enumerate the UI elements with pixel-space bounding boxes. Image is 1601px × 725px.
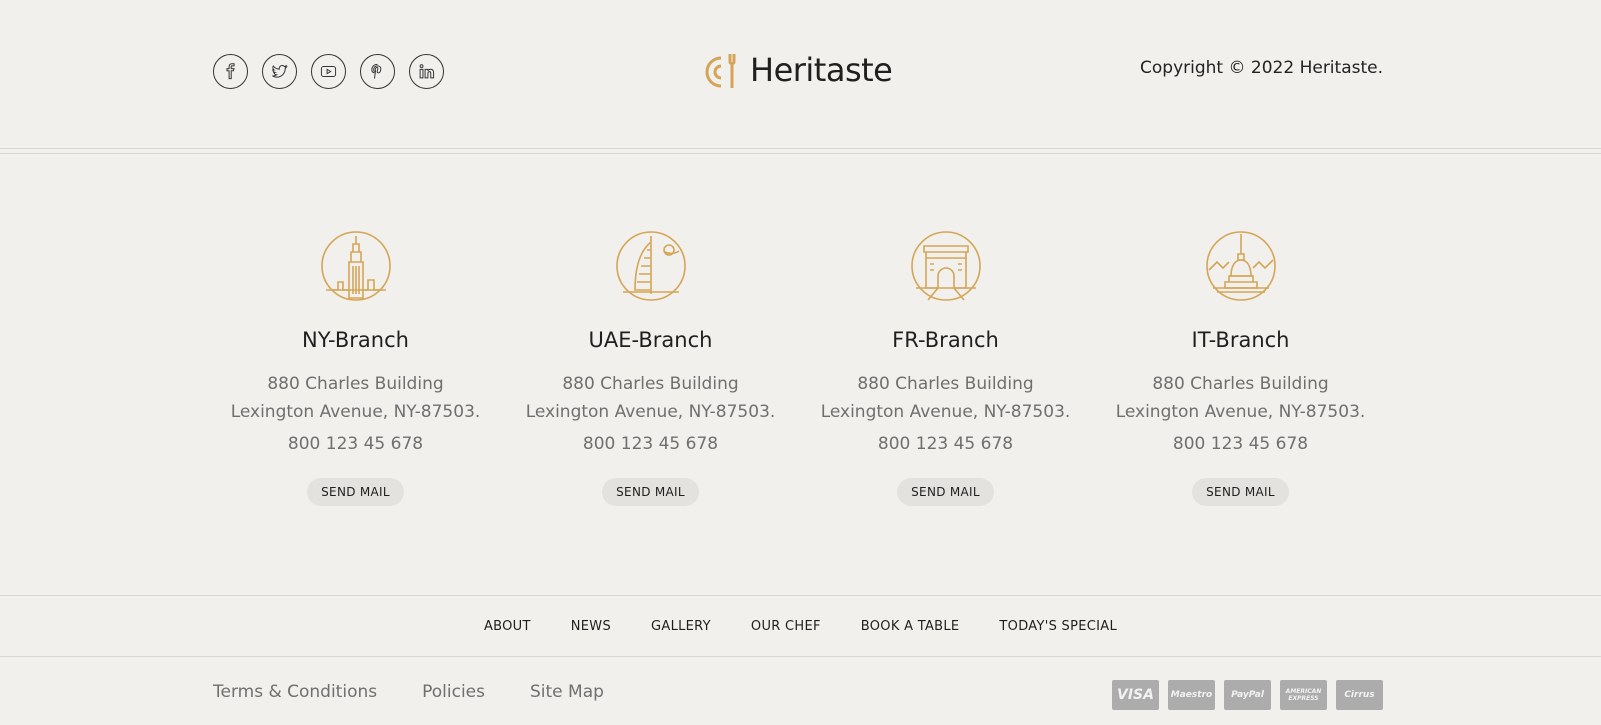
nav-item-todays-special[interactable]: TODAY'S SPECIAL [999,619,1117,634]
brand-name: Heritaste [750,51,893,89]
pinterest-icon [371,63,382,79]
branch-phone: 800 123 45 678 [287,434,424,454]
branch-address-line1: 880 Charles Building [857,374,1034,394]
divider [0,656,1601,657]
nav-item-our-chef[interactable]: OUR CHEF [751,619,821,634]
branch-name: IT-Branch [1191,328,1290,352]
heritaste-logo-icon [705,54,736,88]
branch-address-line2: Lexington Avenue, NY-87503. [820,402,1071,422]
nav-item-gallery[interactable]: GALLERY [651,619,711,634]
branch-address-line2: Lexington Avenue, NY-87503. [525,402,776,422]
mole-antonelliana-icon [1205,231,1276,301]
facebook-link[interactable] [213,54,248,89]
branch-address-line1: 880 Charles Building [562,374,739,394]
linkedin-icon [419,64,435,79]
nav-item-about[interactable]: ABOUT [484,619,531,634]
branch-name: UAE-Branch [588,328,713,352]
branch-address: 880 Charles Building Lexington Avenue, N… [526,370,776,426]
branch-name: FR-Branch [892,328,999,352]
policies-link[interactable]: Policies [422,682,485,702]
facebook-icon [226,63,235,80]
maestro-icon: Maestro [1168,680,1215,710]
branch-address: 880 Charles Building Lexington Avenue, N… [231,370,481,426]
footer-nav: ABOUT NEWS GALLERY OUR CHEF BOOK A TABLE… [0,596,1601,656]
paypal-icon: PayPal [1224,680,1271,710]
twitter-icon [272,64,288,78]
arc-de-triomphe-icon [910,231,981,301]
pinterest-link[interactable] [360,54,395,89]
branch-address: 880 Charles Building Lexington Avenue, N… [821,370,1071,426]
branch-address-line2: Lexington Avenue, NY-87503. [1115,402,1366,422]
branch-address-line2: Lexington Avenue, NY-87503. [230,402,481,422]
site-map-link[interactable]: Site Map [530,682,604,702]
branch-phone: 800 123 45 678 [582,434,719,454]
cirrus-icon: Cirrus [1336,680,1383,710]
branches-list: NY-Branch 880 Charles Building Lexington… [208,230,1388,506]
visa-icon: VISA [1112,680,1159,710]
send-mail-button[interactable]: SEND MAIL [307,478,404,506]
branch-phone: 800 123 45 678 [1172,434,1309,454]
terms-link[interactable]: Terms & Conditions [213,682,377,702]
divider [0,148,1601,149]
branch-card-it: IT-Branch 880 Charles Building Lexington… [1093,230,1388,506]
nav-item-book-a-table[interactable]: BOOK A TABLE [861,619,960,634]
youtube-link[interactable] [311,54,346,89]
branch-name: NY-Branch [302,328,409,352]
nav-item-news[interactable]: NEWS [571,619,611,634]
copyright-text: Copyright © 2022 Heritaste. [1140,58,1383,78]
branch-card-uae: UAE-Branch 880 Charles Building Lexingto… [503,230,798,506]
american-express-icon: AMERICAN EXPRESS [1280,680,1327,710]
linkedin-link[interactable] [409,54,444,89]
branch-address: 880 Charles Building Lexington Avenue, N… [1116,370,1366,426]
send-mail-button[interactable]: SEND MAIL [602,478,699,506]
payment-methods: VISA Maestro PayPal AMERICAN EXPRESS Cir… [1112,680,1383,710]
send-mail-button[interactable]: SEND MAIL [897,478,994,506]
branch-card-fr: FR-Branch 880 Charles Building Lexington… [798,230,1093,506]
footer-top-bar: Heritaste Copyright © 2022 Heritaste. [0,0,1601,150]
send-mail-button[interactable]: SEND MAIL [1192,478,1289,506]
youtube-icon [320,66,337,77]
branch-address-line1: 880 Charles Building [267,374,444,394]
brand-logo[interactable]: Heritaste [704,50,893,90]
divider [0,153,1601,154]
branch-card-ny: NY-Branch 880 Charles Building Lexington… [208,230,503,506]
branch-address-line1: 880 Charles Building [1152,374,1329,394]
social-links [213,54,444,89]
empire-state-icon [320,231,391,301]
twitter-link[interactable] [262,54,297,89]
legal-links: Terms & Conditions Policies Site Map [213,682,604,702]
burj-al-arab-icon [615,231,686,301]
branch-phone: 800 123 45 678 [877,434,1014,454]
